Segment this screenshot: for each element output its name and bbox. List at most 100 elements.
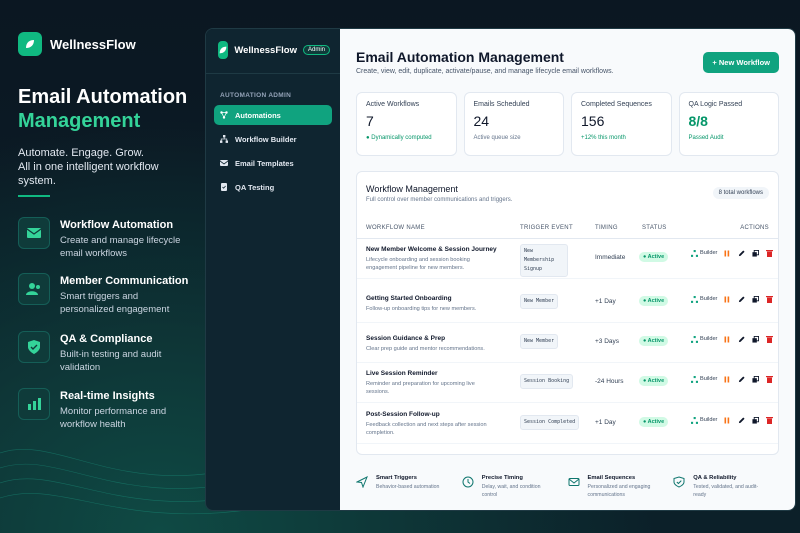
stat-card-emails-scheduled: Emails Scheduled 24 Active queue size bbox=[463, 92, 564, 156]
workflow-builder-icon bbox=[690, 416, 698, 424]
sidebar-item-label: Email Templates bbox=[235, 158, 294, 168]
delete-icon[interactable] bbox=[765, 416, 773, 424]
builder-button[interactable]: Builder bbox=[690, 375, 717, 383]
duplicate-icon[interactable] bbox=[751, 295, 759, 303]
row-actions: Builder bbox=[690, 249, 773, 257]
feature-desc: Monitor performance and workflow health bbox=[60, 406, 167, 430]
stat-value: 7 bbox=[366, 113, 374, 129]
timing-value: +3 Days bbox=[595, 338, 620, 345]
sidebar-item-label: QA Testing bbox=[235, 182, 275, 192]
workflow-name[interactable]: Live Session Reminder bbox=[366, 370, 438, 377]
workflow-name[interactable]: Session Guidance & Prep bbox=[366, 335, 445, 342]
edit-icon[interactable] bbox=[737, 375, 745, 383]
mail-icon bbox=[18, 217, 50, 249]
workflow-builder-icon bbox=[690, 295, 698, 303]
pause-icon[interactable] bbox=[723, 416, 731, 424]
footer-features: Smart Triggers Behavior-based automation … bbox=[355, 467, 779, 501]
feature-title: Member Communication bbox=[60, 275, 189, 287]
feature-member-communication: Member Communication Smart triggers and p… bbox=[18, 273, 190, 316]
edit-icon[interactable] bbox=[737, 335, 745, 343]
clock-icon bbox=[462, 475, 474, 493]
app-window: WellnessFlow Admin AUTOMATION ADMIN Auto… bbox=[205, 28, 796, 511]
sidebar-item-label: Workflow Builder bbox=[235, 134, 297, 144]
column-header-trigger: TRIGGER EVENT bbox=[520, 225, 573, 231]
footer-feature-qa-reliability: QA & Reliability Tested, validated, and a… bbox=[673, 467, 779, 501]
table-row[interactable]: Live Session Reminder Reminder and prepar… bbox=[357, 363, 778, 403]
builder-label: Builder bbox=[700, 250, 718, 256]
row-actions: Builder bbox=[690, 416, 773, 424]
sidebar-item-automations[interactable]: Automations bbox=[214, 105, 332, 125]
sidebar-brand-name: WellnessFlow bbox=[234, 44, 297, 56]
stat-note: Passed Audit bbox=[688, 135, 724, 141]
stat-card-completed-sequences: Completed Sequences 156 +12% this month bbox=[571, 92, 672, 156]
delete-icon[interactable] bbox=[765, 375, 773, 383]
stat-card-qa-logic-passed: QA Logic Passed 8/8 Passed Audit bbox=[678, 92, 779, 156]
edit-icon[interactable] bbox=[737, 249, 745, 257]
duplicate-icon[interactable] bbox=[751, 249, 759, 257]
automations-icon bbox=[220, 111, 228, 119]
builder-label: Builder bbox=[700, 417, 718, 423]
builder-button[interactable]: Builder bbox=[690, 416, 717, 424]
duplicate-icon[interactable] bbox=[751, 335, 759, 343]
table-row[interactable]: Getting Started Onboarding Follow-up onbo… bbox=[357, 283, 778, 323]
marketing-brand-name: WellnessFlow bbox=[50, 36, 136, 52]
edit-icon[interactable] bbox=[737, 295, 745, 303]
envelope-icon bbox=[568, 475, 580, 493]
marketing-panel: WellnessFlow Email Automation Management… bbox=[0, 0, 200, 533]
feature-desc: Built-in testing and audit validation bbox=[60, 349, 162, 373]
workflow-name[interactable]: Getting Started Onboarding bbox=[366, 295, 452, 302]
sidebar-item-email-templates[interactable]: Email Templates bbox=[214, 153, 332, 173]
pause-icon[interactable] bbox=[723, 335, 731, 343]
qa-testing-icon bbox=[220, 183, 228, 191]
marketing-brand: WellnessFlow bbox=[18, 32, 136, 56]
leaf-logo-icon bbox=[18, 32, 42, 56]
divider bbox=[18, 195, 50, 197]
workflow-builder-icon bbox=[220, 135, 228, 143]
sidebar: WellnessFlow Admin AUTOMATION ADMIN Auto… bbox=[206, 29, 340, 510]
feature-workflow-automation: Workflow Automation Create and manage lif… bbox=[18, 217, 190, 260]
workflow-name[interactable]: New Member Welcome & Session Journey bbox=[366, 246, 497, 253]
feature-title: Real-time Insights bbox=[60, 390, 155, 402]
feature-real-time-insights: Real-time Insights Monitor performance an… bbox=[18, 388, 190, 431]
edit-icon[interactable] bbox=[737, 416, 745, 424]
page-title: Email Automation Management bbox=[356, 49, 564, 65]
delete-icon[interactable] bbox=[765, 249, 773, 257]
admin-badge: Admin bbox=[302, 45, 330, 55]
timing-value: +1 Day bbox=[595, 298, 616, 305]
new-workflow-button[interactable]: + New Workflow bbox=[703, 52, 779, 73]
workflow-name[interactable]: Post-Session Follow-up bbox=[366, 411, 440, 418]
stat-card-active-workflows: Active Workflows 7 ● Dynamically compute… bbox=[356, 92, 457, 156]
panel-subtitle: Full control over member communications … bbox=[366, 197, 513, 203]
status-badge: ● Active bbox=[639, 417, 669, 427]
hero-title-line1: Email Automation bbox=[18, 86, 188, 108]
panel-title: Workflow Management bbox=[366, 184, 458, 194]
pause-icon[interactable] bbox=[723, 249, 731, 257]
stat-value: 8/8 bbox=[688, 113, 708, 129]
stat-value: 24 bbox=[473, 113, 490, 129]
footer-feature-title: QA & Reliability bbox=[693, 475, 737, 481]
duplicate-icon[interactable] bbox=[751, 416, 759, 424]
sidebar-item-qa-testing[interactable]: QA Testing bbox=[214, 177, 332, 197]
status-badge: ● Active bbox=[639, 376, 669, 386]
trigger-event-badge: Session Booking bbox=[520, 374, 574, 389]
table-row[interactable]: Session Guidance & Prep Clear prep guide … bbox=[357, 323, 778, 363]
stat-value: 156 bbox=[581, 113, 605, 129]
builder-button[interactable]: Builder bbox=[690, 335, 717, 343]
footer-feature-desc: Personalized and engaging communications bbox=[587, 484, 651, 498]
users-icon bbox=[18, 273, 50, 305]
pause-icon[interactable] bbox=[723, 295, 731, 303]
sidebar-item-workflow-builder[interactable]: Workflow Builder bbox=[214, 129, 332, 149]
stat-note: ● Dynamically computed bbox=[366, 135, 432, 141]
builder-button[interactable]: Builder bbox=[690, 249, 717, 257]
table-row[interactable]: Post-Session Follow-up Feedback collectio… bbox=[357, 404, 778, 444]
feature-desc: Smart triggers and personalized engageme… bbox=[60, 291, 170, 315]
delete-icon[interactable] bbox=[765, 335, 773, 343]
pause-icon[interactable] bbox=[723, 375, 731, 383]
builder-button[interactable]: Builder bbox=[690, 295, 717, 303]
footer-feature-title: Precise Timing bbox=[481, 475, 523, 481]
delete-icon[interactable] bbox=[765, 295, 773, 303]
timing-value: Immediate bbox=[595, 254, 626, 261]
stats-cards: Active Workflows 7 ● Dynamically compute… bbox=[356, 92, 779, 156]
table-row[interactable]: New Member Welcome & Session Journey Life… bbox=[357, 239, 778, 279]
duplicate-icon[interactable] bbox=[751, 375, 759, 383]
